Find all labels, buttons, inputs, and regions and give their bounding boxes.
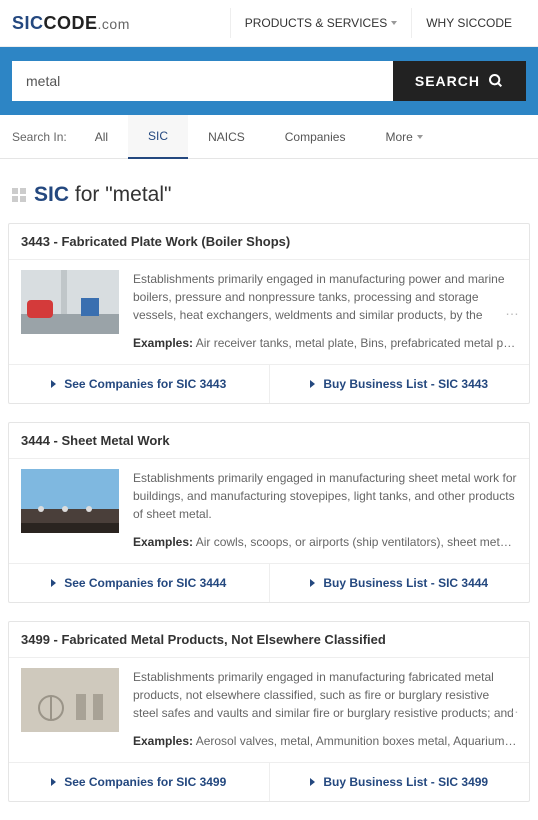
buy-list-button[interactable]: Buy Business List - SIC 3444 (270, 564, 530, 602)
triangle-right-icon (310, 778, 315, 786)
tab-companies[interactable]: Companies (265, 116, 366, 158)
result-desc: Establishments primarily engaged in manu… (133, 270, 517, 324)
heading-rest: for "metal" (75, 183, 172, 206)
see-companies-label: See Companies for SIC 3499 (64, 775, 226, 789)
logo-part-sic: SIC (12, 13, 44, 33)
see-companies-button[interactable]: See Companies for SIC 3499 (9, 763, 270, 801)
result-desc: Establishments primarily engaged in manu… (133, 469, 517, 523)
triangle-right-icon (310, 380, 315, 388)
tab-more-label: More (385, 130, 412, 144)
result-card: 3443 - Fabricated Plate Work (Boiler Sho… (8, 223, 530, 404)
buy-list-button[interactable]: Buy Business List - SIC 3443 (270, 365, 530, 403)
examples-text: Air receiver tanks, metal plate, Bins, p… (193, 336, 517, 350)
triangle-right-icon (51, 380, 56, 388)
ellipsis-icon: … (505, 700, 519, 716)
tab-more[interactable]: More (365, 116, 442, 158)
result-thumbnail[interactable] (21, 668, 119, 732)
examples-label: Examples: (133, 336, 193, 350)
tab-naics[interactable]: NAICS (188, 116, 265, 158)
result-title[interactable]: 3499 - Fabricated Metal Products, Not El… (9, 622, 529, 658)
see-companies-button[interactable]: See Companies for SIC 3443 (9, 365, 270, 403)
see-companies-label: See Companies for SIC 3443 (64, 377, 226, 391)
nav-why-label: WHY SICCODE (426, 16, 512, 30)
result-card: 3444 - Sheet Metal Work Establishments p… (8, 422, 530, 603)
search-input[interactable] (12, 61, 393, 101)
ellipsis-icon: … (505, 302, 519, 318)
triangle-right-icon (310, 579, 315, 587)
result-title[interactable]: 3443 - Fabricated Plate Work (Boiler Sho… (9, 224, 529, 260)
nav-why[interactable]: WHY SICCODE (411, 8, 526, 38)
result-thumbnail[interactable] (21, 270, 119, 334)
buy-list-button[interactable]: Buy Business List - SIC 3499 (270, 763, 530, 801)
result-title[interactable]: 3444 - Sheet Metal Work (9, 423, 529, 459)
search-button-label: SEARCH (415, 73, 480, 89)
logo-part-code: CODE (44, 13, 98, 33)
heading-sic: SIC (34, 183, 69, 206)
grid-icon (12, 188, 26, 202)
triangle-right-icon (51, 778, 56, 786)
search-button[interactable]: SEARCH (393, 61, 526, 101)
examples-text: Air cowls, scoops, or airports (ship ven… (193, 535, 517, 549)
examples-label: Examples: (133, 734, 193, 748)
result-desc: Establishments primarily engaged in manu… (133, 668, 517, 722)
tabs-label: Search In: (4, 116, 75, 158)
chevron-down-icon (391, 21, 397, 25)
triangle-right-icon (51, 579, 56, 587)
result-thumbnail[interactable] (21, 469, 119, 533)
examples-label: Examples: (133, 535, 193, 549)
chevron-down-icon (417, 135, 423, 139)
see-companies-label: See Companies for SIC 3444 (64, 576, 226, 590)
logo[interactable]: SICCODE.com (12, 13, 130, 34)
logo-part-com: .com (98, 16, 130, 32)
result-card: 3499 - Fabricated Metal Products, Not El… (8, 621, 530, 802)
buy-list-label: Buy Business List - SIC 3444 (323, 576, 488, 590)
nav-products-label: PRODUCTS & SERVICES (245, 16, 387, 30)
examples-text: Aerosol valves, metal, Ammunition boxes … (193, 734, 517, 748)
buy-list-label: Buy Business List - SIC 3499 (323, 775, 488, 789)
nav-products[interactable]: PRODUCTS & SERVICES (230, 8, 411, 38)
buy-list-label: Buy Business List - SIC 3443 (323, 377, 488, 391)
tab-sic[interactable]: SIC (128, 115, 188, 159)
search-icon (488, 73, 504, 89)
tab-all[interactable]: All (75, 116, 128, 158)
page-title: SIC for "metal" (0, 159, 538, 223)
see-companies-button[interactable]: See Companies for SIC 3444 (9, 564, 270, 602)
